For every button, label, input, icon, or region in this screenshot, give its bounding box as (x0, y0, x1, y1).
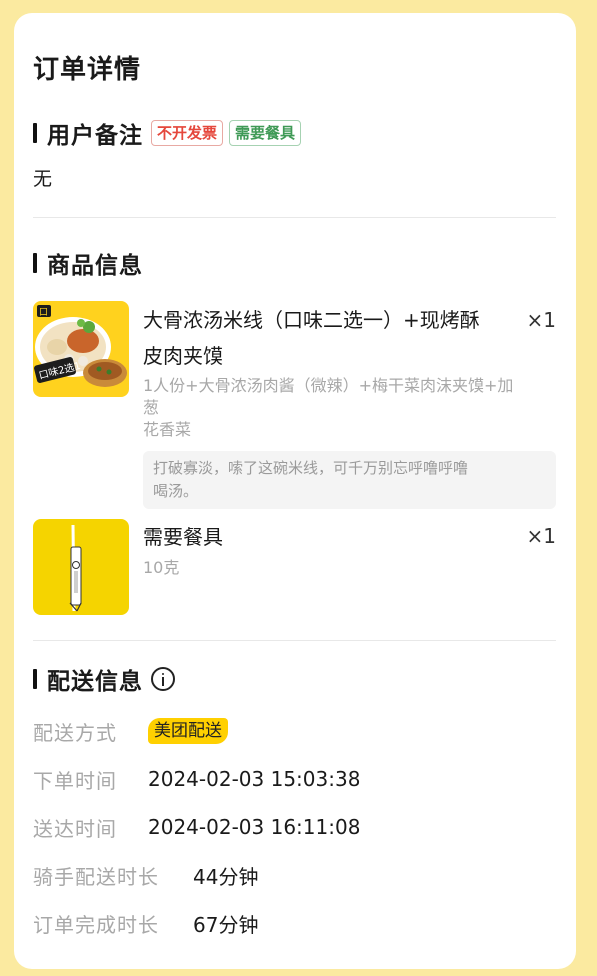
need-tableware-tag: 需要餐具 (229, 120, 302, 146)
no-invoice-tag: 不开发票 (151, 120, 224, 146)
products-section-title: 商品信息 (47, 253, 143, 279)
product-spec: 1人份+大骨浓汤肉酱（微辣）+梅干菜肉沫夹馍+加葱 花香菜 (143, 375, 515, 441)
divider (33, 640, 556, 641)
section-marker (33, 253, 37, 273)
remark-section-header: 用户备注 不开发票 需要餐具 (33, 116, 302, 150)
product-info: 需要餐具 10克 (143, 519, 513, 579)
rider-duration-value: 44分钟 (193, 864, 259, 889)
section-marker (33, 669, 37, 689)
rider-duration-row: 骑手配送时长 44分钟 (33, 860, 258, 890)
product-note-line: 喝汤。 (153, 482, 199, 500)
product-name-line: 皮肉夹馍 (143, 344, 223, 368)
product-name: 需要餐具 (143, 525, 223, 549)
product-spec-line: 1人份+大骨浓汤肉酱（微辣）+梅干菜肉沫夹馍+加葱 (143, 376, 514, 417)
chopsticks-image (33, 519, 129, 615)
completion-duration-value: 67分钟 (193, 912, 259, 937)
product-info: 大骨浓汤米线（口味二选一）+现烤酥 皮肉夹馍 1人份+大骨浓汤肉酱（微辣）+梅干… (143, 301, 556, 509)
product-item[interactable]: 口味2选1 口 大骨浓汤米线（口味二选一）+现烤酥 皮肉夹馍 1人份+大骨浓汤肉… (33, 301, 556, 509)
section-marker (33, 123, 37, 143)
info-icon[interactable] (151, 667, 175, 691)
remark-text: 无 (33, 168, 53, 190)
arrival-time-row: 送达时间 2024-02-03 16:11:08 (33, 812, 360, 842)
product-name-line: 大骨浓汤米线（口味二选一）+现烤酥 (143, 308, 480, 332)
product-spec-line: 花香菜 (143, 420, 192, 439)
product-quantity: ×1 (526, 524, 556, 548)
remark-section-title: 用户备注 (47, 123, 143, 149)
arrival-time-value: 2024-02-03 16:11:08 (148, 815, 361, 839)
product-spec: 10克 (143, 558, 180, 577)
order-detail-card: 订单详情 用户备注 不开发票 需要餐具 无 商品信息 口味2选1 口 大骨浓汤米… (14, 13, 576, 969)
divider (33, 217, 556, 218)
delivery-method-label: 配送方式 (33, 720, 117, 745)
products-section-header: 商品信息 (33, 246, 143, 280)
delivery-method-badge: 美团配送 (148, 718, 228, 744)
rider-duration-label: 骑手配送时长 (33, 864, 159, 889)
product-quantity: ×1 (526, 308, 556, 332)
noodle-bowl-image: 口味2选1 口 (33, 301, 129, 397)
product-note-line: 打破寡淡，嗦了这碗米线，可千万别忘呼噜呼噜 (153, 459, 469, 477)
order-time-label: 下单时间 (33, 768, 117, 793)
page-title: 订单详情 (33, 55, 142, 85)
product-item[interactable]: 需要餐具 10克 ×1 (33, 519, 556, 619)
delivery-section-title: 配送信息 (47, 669, 143, 695)
product-note: 打破寡淡，嗦了这碗米线，可千万别忘呼噜呼噜 喝汤。 (143, 451, 556, 509)
order-time-row: 下单时间 2024-02-03 15:03:38 (33, 764, 360, 794)
svg-text:口: 口 (39, 308, 48, 318)
completion-duration-label: 订单完成时长 (33, 912, 159, 937)
arrival-time-label: 送达时间 (33, 816, 117, 841)
completion-duration-row: 订单完成时长 67分钟 (33, 908, 258, 938)
product-name: 大骨浓汤米线（口味二选一）+现烤酥 皮肉夹馍 (143, 301, 515, 375)
delivery-section-header: 配送信息 (33, 662, 175, 696)
delivery-method-row: 配送方式 美团配送 (33, 716, 228, 746)
order-time-value: 2024-02-03 15:03:38 (148, 767, 361, 791)
